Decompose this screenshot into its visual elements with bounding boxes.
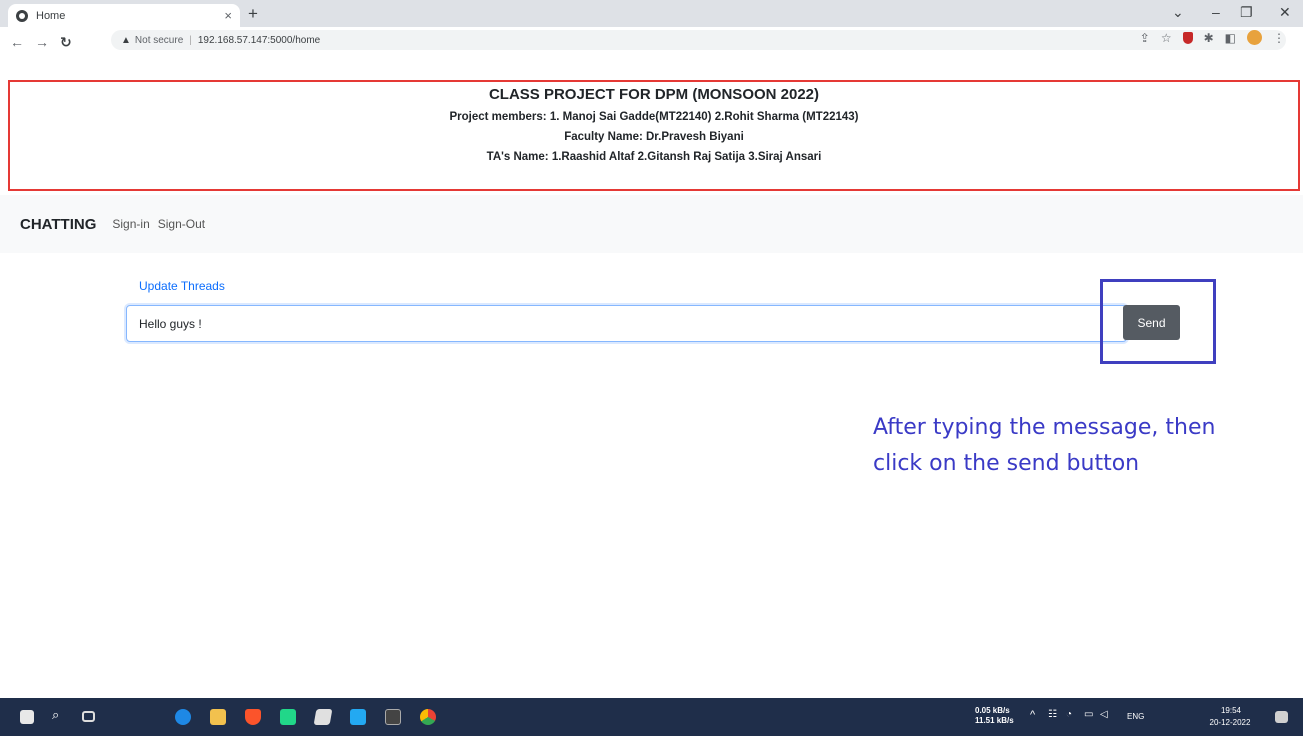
nav-sign-out[interactable]: Sign-Out	[158, 217, 205, 231]
send-highlight-box	[1100, 279, 1216, 364]
forward-icon[interactable]: →	[35, 34, 49, 50]
clock-time[interactable]: 19:54	[1213, 706, 1249, 716]
restore-icon[interactable]: ❐	[1240, 4, 1253, 21]
instruction-annotation: After typing the message, then click on …	[873, 415, 1216, 476]
search-icon[interactable]: ⌕	[52, 707, 68, 723]
notifications-icon[interactable]	[1275, 711, 1288, 723]
brave-icon[interactable]	[245, 709, 261, 725]
tab-search-icon[interactable]: ⌄	[1172, 4, 1184, 21]
update-threads-link[interactable]: Update Threads	[139, 279, 225, 293]
share-icon[interactable]: ⇪	[1140, 31, 1150, 45]
profile-avatar[interactable]	[1247, 30, 1262, 45]
tab-close-button[interactable]: ×	[224, 8, 232, 23]
language-indicator[interactable]: ENG	[1127, 712, 1144, 722]
menu-icon[interactable]: ⋮	[1273, 31, 1285, 45]
tab-title: Home	[36, 9, 66, 22]
wifi-icon[interactable]: ◔	[1066, 710, 1072, 720]
file-explorer-icon[interactable]	[210, 709, 226, 725]
project-members: Project members: 1. Manoj Sai Gadde(MT22…	[449, 111, 859, 123]
minimize-icon[interactable]: –	[1212, 4, 1220, 20]
browser-tab-bar: Home × + ⌄ – ❐ ✕	[0, 0, 1303, 27]
brave-shield-icon[interactable]	[1182, 31, 1193, 44]
address-bar[interactable]: ▲ Not secure | 192.168.57.147:5000/home	[111, 30, 1286, 50]
message-input[interactable]	[126, 305, 1127, 342]
nav-sign-in[interactable]: Sign-in	[112, 217, 149, 231]
toolbar-icons: ⇪ ☆ ✱ ◧ ⋮	[1140, 30, 1285, 45]
task-view-icon[interactable]	[82, 711, 95, 722]
net-download-speed: 11.51 kB/s	[975, 716, 1014, 725]
windows-taskbar: ⌕ 0.05 kB/s 11.51 kB/s ^ ☷ ◔ ▭ ◁ ENG 19:…	[0, 698, 1303, 736]
chrome-icon[interactable]	[420, 709, 436, 725]
notepad-icon[interactable]	[313, 709, 333, 725]
pycharm-icon[interactable]	[280, 709, 296, 725]
security-label: Not secure	[134, 34, 184, 46]
url-text: 192.168.57.147:5000/home	[197, 34, 321, 46]
globe-icon	[16, 9, 28, 22]
app-navbar: CHATTING Sign-in Sign-Out	[0, 195, 1303, 253]
close-window-icon[interactable]: ✕	[1279, 4, 1291, 21]
vscode-icon[interactable]	[350, 709, 366, 725]
terminal-icon[interactable]	[385, 709, 401, 725]
edge-icon[interactable]	[175, 709, 191, 725]
windows-start-icon[interactable]	[20, 710, 34, 724]
back-icon[interactable]: ←	[10, 34, 24, 50]
project-title: CLASS PROJECT FOR DPM (MONSOON 2022)	[488, 86, 820, 103]
brand[interactable]: CHATTING	[20, 216, 96, 233]
faculty-name: Faculty Name: Dr.Pravesh Biyani	[564, 131, 744, 143]
side-panel-icon[interactable]: ◧	[1225, 31, 1236, 45]
warning-icon: ▲	[121, 34, 131, 46]
network-icon[interactable]: ☷	[1048, 710, 1057, 720]
ta-names: TA's Name: 1.Raashid Altaf 2.Gitansh Raj…	[486, 151, 822, 163]
new-tab-button[interactable]: +	[248, 5, 258, 22]
volume-icon[interactable]: ◁	[1100, 710, 1108, 720]
extensions-icon[interactable]: ✱	[1204, 31, 1214, 45]
reload-icon[interactable]: ↻	[60, 34, 72, 51]
project-info-box: CLASS PROJECT FOR DPM (MONSOON 2022) Pro…	[8, 80, 1300, 191]
battery-icon[interactable]: ▭	[1084, 710, 1093, 720]
clock-date[interactable]: 20-12-2022	[1205, 718, 1255, 728]
chevron-up-icon[interactable]: ^	[1030, 710, 1035, 721]
bookmark-star-icon[interactable]: ☆	[1161, 31, 1172, 45]
browser-toolbar: ← → ↻ ▲ Not secure | 192.168.57.147:5000…	[0, 27, 1303, 79]
net-upload-speed: 0.05 kB/s	[975, 706, 1010, 715]
browser-tab[interactable]: Home ×	[8, 4, 240, 27]
divider: |	[189, 34, 192, 46]
